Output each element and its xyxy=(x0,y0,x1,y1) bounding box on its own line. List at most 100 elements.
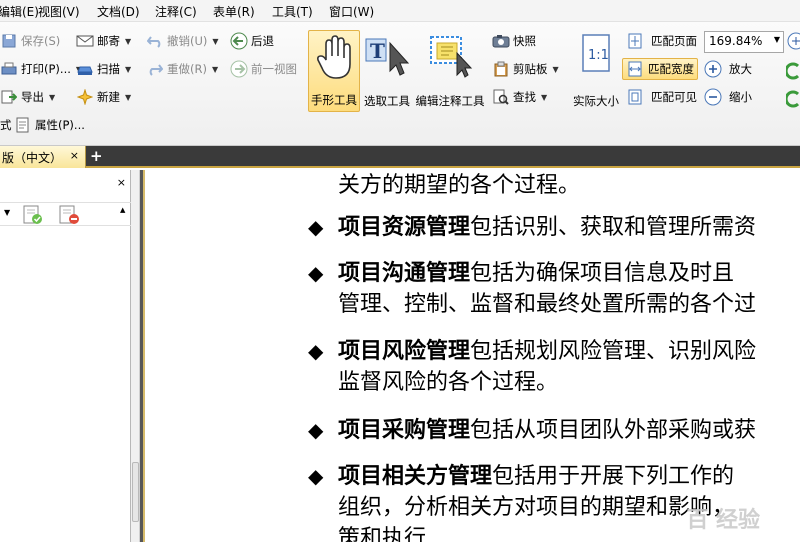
back-label: 后退 xyxy=(251,34,274,48)
watermark: 百 经验 xyxy=(686,508,760,533)
panel-scrollbar[interactable] xyxy=(131,170,140,542)
previous-view-button[interactable]: 前一视图 xyxy=(230,58,297,80)
svg-text:1:1: 1:1 xyxy=(588,48,609,63)
scrollbar-thumb[interactable] xyxy=(132,462,139,522)
rotate-counter-icon[interactable] xyxy=(784,90,800,111)
doc-line-3: 管理、控制、监督和最终处置所需的各个过 xyxy=(338,289,756,320)
zoom-value: 169.84% xyxy=(709,34,763,48)
snapshot-label: 快照 xyxy=(513,34,536,48)
select-tool-label: 选取工具 xyxy=(364,94,410,108)
doc-line-text: 策和执行 xyxy=(338,526,427,542)
fit-width-button[interactable]: 匹配宽度 xyxy=(622,58,698,80)
new-button[interactable]: 新建 ▼ xyxy=(76,86,131,108)
bullet-diamond-icon: ◆ xyxy=(308,261,324,285)
doc-line-bold: 项目采购管理 xyxy=(338,418,471,443)
doc-line-2: 项目沟通管理包括为确保项目信息及时且 xyxy=(338,258,734,289)
redo-label: 重做(R) xyxy=(167,62,207,76)
menu-bar: 编辑(E) 视图(V) 文档(D) 注释(C) 表单(R) 工具(T) 窗口(W… xyxy=(0,0,800,22)
redo-button[interactable]: 重做(R) ▼ xyxy=(146,58,218,80)
fit-visible-button[interactable]: 匹配可见 xyxy=(626,86,697,108)
doc-line-0: 关方的期望的各个过程。 xyxy=(338,170,580,201)
doc-line-bold: 项目相关方管理 xyxy=(338,464,493,489)
format-button[interactable]: 式 xyxy=(0,114,12,136)
add-tab-icon[interactable]: + xyxy=(90,147,104,165)
actual-size-button[interactable]: 1:1 实际大小 xyxy=(570,30,622,112)
doc-line-text: 关方的期望的各个过程。 xyxy=(338,173,581,198)
doc-line-text: 监督风险的各个过程。 xyxy=(338,370,559,395)
doc-line-text: 包括用于开展下列工作的 xyxy=(492,464,735,489)
reject-icon[interactable] xyxy=(58,205,82,228)
export-button[interactable]: 导出 ▼ xyxy=(0,86,55,108)
find-label: 查找 xyxy=(513,90,536,104)
ribbon-toolbar: 保存(S) 打印(P)... ▼ 导出 ▼ 式 属性(P)... 邮寄 ▼ 扫描… xyxy=(0,22,800,146)
fit-visible-icon xyxy=(626,89,644,105)
undo-icon xyxy=(146,33,164,49)
menu-edit[interactable]: 编辑(E) xyxy=(0,3,39,20)
annotation-tool-button[interactable]: 编辑注释工具 xyxy=(413,30,487,112)
properties-icon xyxy=(14,117,32,133)
undo-label: 撤销(U) xyxy=(167,34,208,48)
zoom-in-button[interactable]: 放大 xyxy=(704,58,752,80)
doc-line-4: 项目风险管理包括规划风险管理、识别风险 xyxy=(338,336,756,367)
chevron-down-icon: ▼ xyxy=(125,92,132,102)
find-button[interactable]: 查找 ▼ xyxy=(492,86,547,108)
chevron-down-icon: ▼ xyxy=(49,92,56,102)
back-button[interactable]: 后退 xyxy=(230,30,274,52)
fit-width-icon xyxy=(626,61,644,77)
redo-icon xyxy=(146,61,164,77)
fit-visible-label: 匹配可见 xyxy=(651,90,697,104)
zoom-out-button[interactable]: 缩小 xyxy=(704,86,752,108)
previous-view-label: 前一视图 xyxy=(251,62,297,76)
doc-line-text: 包括从项目团队外部采购或获 xyxy=(470,418,757,443)
snapshot-button[interactable]: 快照 xyxy=(492,30,536,52)
chevron-down-icon: ▼ xyxy=(552,64,559,74)
document-tab[interactable]: 版（中文） × xyxy=(0,146,86,168)
approve-icon[interactable] xyxy=(22,205,44,228)
undo-button[interactable]: 撤销(U) ▼ xyxy=(146,30,219,52)
add-icon[interactable] xyxy=(786,32,800,53)
forward-arrow-icon xyxy=(230,60,248,78)
new-label: 新建 xyxy=(97,90,120,104)
close-icon[interactable]: × xyxy=(70,149,79,162)
doc-line-7: 项目相关方管理包括用于开展下列工作的 xyxy=(338,461,734,492)
mail-icon xyxy=(76,33,94,49)
close-icon[interactable]: × xyxy=(117,176,126,189)
doc-line-bold: 项目资源管理 xyxy=(338,215,471,240)
scan-button[interactable]: 扫描 ▼ xyxy=(76,58,131,80)
doc-line-text: 包括规划风险管理、识别风险 xyxy=(470,339,757,364)
menu-document[interactable]: 文档(D) xyxy=(97,3,140,20)
print-button[interactable]: 打印(P)... ▼ xyxy=(0,58,82,80)
annotation-tool-label: 编辑注释工具 xyxy=(415,94,485,108)
menu-tools[interactable]: 工具(T) xyxy=(272,3,313,20)
doc-line-6: 项目采购管理包括从项目团队外部采购或获 xyxy=(338,415,756,446)
clipboard-button[interactable]: 剪贴板 ▼ xyxy=(492,58,559,80)
rotate-icon[interactable] xyxy=(784,62,800,83)
mail-button[interactable]: 邮寄 ▼ xyxy=(76,30,131,52)
svg-text:T: T xyxy=(370,39,385,63)
doc-line-5: 监督风险的各个过程。 xyxy=(338,367,558,398)
bullet-diamond-icon: ◆ xyxy=(308,464,324,488)
menu-window[interactable]: 窗口(W) xyxy=(329,3,374,20)
fit-page-icon xyxy=(626,33,644,49)
fit-page-label: 匹配页面 xyxy=(651,34,697,48)
save-button[interactable]: 保存(S) xyxy=(0,30,60,52)
zoom-select[interactable]: 169.84% ▼ xyxy=(704,31,784,53)
doc-line-9: 策和执行 xyxy=(338,523,426,542)
menu-form[interactable]: 表单(R) xyxy=(213,3,255,20)
menu-comment[interactable]: 注释(C) xyxy=(155,3,197,20)
printer-icon xyxy=(0,61,18,77)
find-icon xyxy=(492,89,510,105)
scanner-icon xyxy=(76,61,94,77)
select-tool-button[interactable]: T 选取工具 xyxy=(361,30,413,112)
fit-page-button[interactable]: 匹配页面 xyxy=(626,30,697,52)
chevron-down-icon: ▼ xyxy=(125,64,132,74)
menu-view[interactable]: 视图(V) xyxy=(38,3,80,20)
hand-tool-button[interactable]: 手形工具 xyxy=(308,30,360,112)
annotation-select-icon xyxy=(425,33,475,82)
export-label: 导出 xyxy=(21,90,44,104)
document-view[interactable]: 关方的期望的各个过程。 ◆ 项目资源管理包括识别、获取和管理所需资 ◆ 项目沟通… xyxy=(140,170,800,542)
chevron-down-icon[interactable]: ▼ xyxy=(4,208,10,217)
scan-label: 扫描 xyxy=(97,62,120,76)
scroll-up-icon[interactable]: ▲ xyxy=(120,206,125,214)
properties-button[interactable]: 属性(P)... xyxy=(14,114,85,136)
